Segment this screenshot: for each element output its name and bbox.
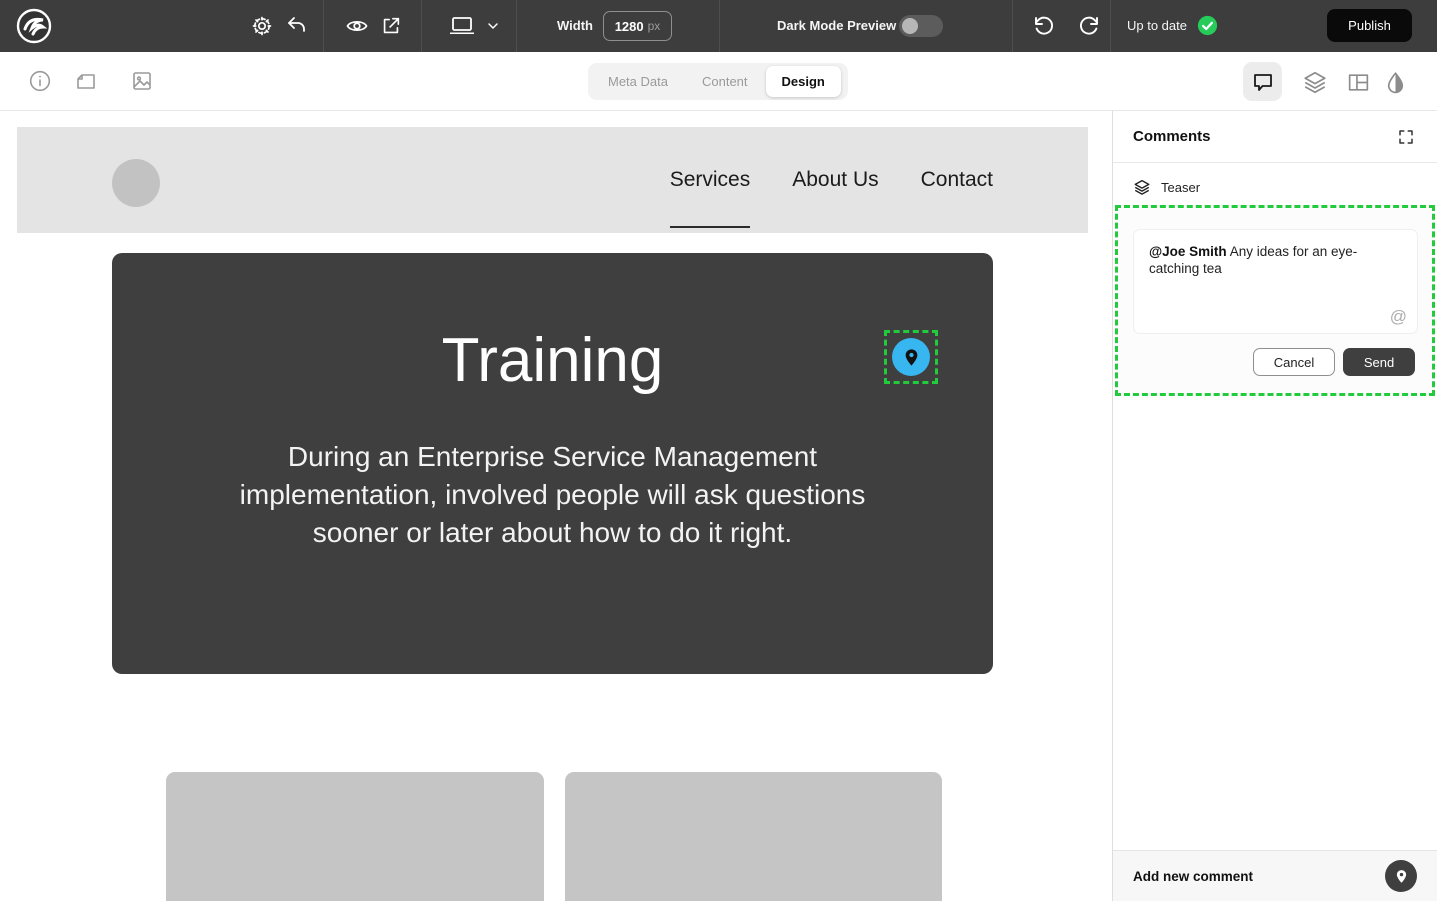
add-comment-bar: Add new comment [1113,850,1437,901]
location-pin-icon [1394,869,1409,884]
draft-actions: Cancel Send [1253,348,1415,376]
discard-changes-button[interactable] [284,13,310,39]
secondary-toolbar: Meta Data Content Design [0,52,1437,111]
comment-bubble-icon [1251,70,1275,94]
comment-section-label: Teaser [1161,180,1200,195]
add-comment-pin-button[interactable] [1385,860,1417,892]
publish-button[interactable]: Publish [1327,9,1412,42]
add-new-comment-label: Add new comment [1133,869,1253,884]
toolbar-divider [516,0,517,52]
page-info-button[interactable] [27,68,53,94]
tab-design[interactable]: Design [766,66,841,97]
undo-icon [1032,14,1056,38]
settings-button[interactable] [249,13,275,39]
layers-icon [1133,178,1151,196]
publish-status-text: Up to date [1127,0,1187,52]
up-to-date-check-icon [1197,15,1218,36]
droplet-contrast-icon [1383,70,1408,95]
editor-tabs: Meta Data Content Design [588,63,848,100]
layout-panel-button[interactable] [1345,69,1371,95]
comments-panel-header: Comments [1113,111,1437,163]
dark-mode-label: Dark Mode Preview [777,0,896,52]
content-placeholder-box[interactable] [166,772,544,901]
redo-button[interactable] [1076,13,1102,39]
top-toolbar: Width 1280 px Dark Mode Preview [0,0,1437,52]
hero-title[interactable]: Training [112,325,993,396]
image-button[interactable] [129,68,155,94]
page-preview-canvas: Services About Us Contact Training Durin… [0,111,1112,901]
toolbar-divider [323,0,324,52]
logo-icon [16,8,52,44]
hero-teaser-section: Training During an Enterprise Service Ma… [112,253,993,674]
site-navigation: Services About Us Contact [670,127,993,233]
comment-draft-zone: @Joe Smith Any ideas for an eye-catching… [1115,205,1435,396]
toolbar-divider [1110,0,1111,52]
comments-sidebar: Comments Teaser @Joe Smit [1112,111,1437,901]
comment-input[interactable]: @Joe Smith Any ideas for an eye-catching… [1133,229,1418,334]
tab-meta-data[interactable]: Meta Data [592,66,684,97]
site-header-section: Services About Us Contact [17,127,1088,233]
layout-icon [1346,70,1371,95]
toggle-knob [902,18,918,34]
gear-icon [250,14,274,38]
send-button[interactable]: Send [1343,348,1415,376]
page-button[interactable] [73,68,99,94]
mention-text: @Joe Smith [1149,244,1227,259]
layers-panel-button[interactable] [1302,69,1328,95]
width-label: Width [557,0,593,52]
app-root: Width 1280 px Dark Mode Preview [0,0,1437,901]
tab-content[interactable]: Content [686,66,764,97]
page-icon [74,69,98,93]
laptop-icon [447,13,477,39]
hero-body-text[interactable]: During an Enterprise Service Management … [203,438,903,552]
undo-arrow-icon [285,14,309,38]
site-logo-placeholder[interactable] [112,159,160,207]
nav-item-services[interactable]: Services [670,168,751,192]
location-pin-icon [902,348,921,367]
expand-panel-button[interactable] [1395,126,1417,148]
toolbar-divider [421,0,422,52]
nav-item-about-us[interactable]: About Us [792,168,878,192]
preview-button[interactable] [344,13,370,39]
comments-panel-title: Comments [1133,128,1211,145]
dark-mode-toggle[interactable] [899,15,943,37]
comment-section-teaser[interactable]: Teaser [1113,173,1437,201]
comment-pin-marker[interactable] [884,330,938,384]
mention-at-button[interactable]: @ [1390,307,1407,327]
nav-item-contact[interactable]: Contact [921,168,993,192]
info-icon [28,69,52,93]
width-input[interactable]: 1280 px [603,11,672,41]
layers-icon [1302,69,1328,95]
comments-mode-button[interactable] [1243,62,1282,101]
chevron-down-icon [485,18,501,34]
toolbar-divider [719,0,720,52]
contrast-button[interactable] [1382,69,1408,95]
fullscreen-icon [1397,128,1415,146]
width-unit: px [648,19,661,33]
toolbar-divider [1012,0,1013,52]
image-icon [130,69,154,93]
eye-icon [345,14,369,38]
device-preview-select[interactable] [438,11,510,41]
redo-icon [1077,14,1101,38]
undo-button[interactable] [1031,13,1057,39]
comment-pin-circle [892,338,930,376]
content-placeholder-box[interactable] [565,772,942,901]
width-value: 1280 [615,19,644,34]
app-logo[interactable] [16,8,52,44]
open-in-new-tab-button[interactable] [378,13,404,39]
external-link-icon [380,15,402,37]
cancel-button[interactable]: Cancel [1253,348,1335,376]
